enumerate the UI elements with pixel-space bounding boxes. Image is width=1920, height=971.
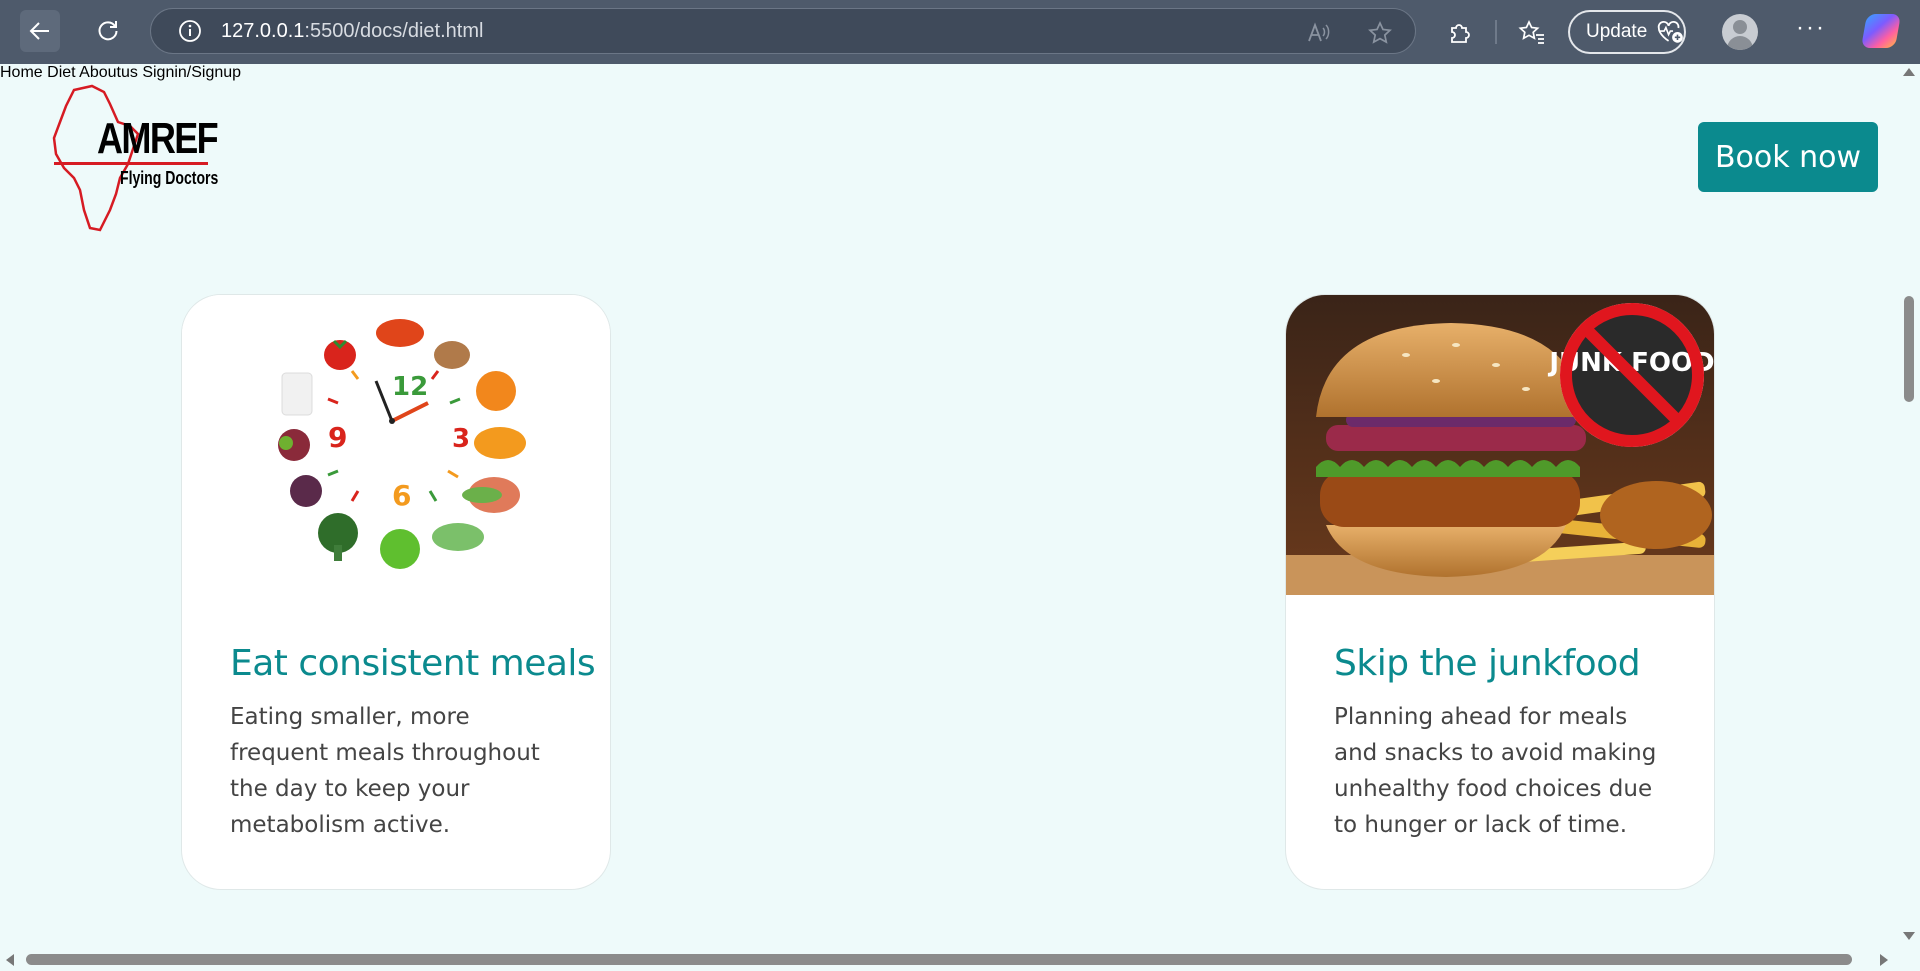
- diet-card-skip-junkfood: JUNK FOOD Skip the junkfood Planning ahe…: [1285, 294, 1715, 890]
- copilot-icon[interactable]: [1861, 14, 1901, 48]
- back-button[interactable]: [20, 10, 60, 52]
- diet-card-consistent-meals: 12 3 6 9 Eat consistent meals Eating sma…: [181, 294, 611, 890]
- horizontal-scrollbar[interactable]: [0, 952, 1920, 971]
- vertical-scroll-thumb[interactable]: [1904, 296, 1914, 402]
- card-title: Eat consistent meals: [230, 643, 596, 684]
- healthy-food-clock-image: 12 3 6 9: [182, 295, 610, 595]
- clock-number-9: 9: [328, 421, 347, 454]
- update-button[interactable]: Update: [1568, 10, 1686, 54]
- clock-number-12: 12: [392, 372, 428, 402]
- vertical-scrollbar[interactable]: [1898, 64, 1920, 952]
- card-title: Skip the junkfood: [1334, 643, 1641, 684]
- scroll-left-arrow-icon[interactable]: [6, 954, 14, 966]
- refresh-icon: [98, 21, 118, 41]
- more-options-icon[interactable]: ···: [1796, 14, 1826, 42]
- address-bar[interactable]: 127.0.0.1:5500/docs/diet.html: [150, 8, 1416, 54]
- heart-pulse-icon: [1658, 20, 1684, 43]
- extensions-icon[interactable]: [1444, 16, 1476, 48]
- read-aloud-icon[interactable]: [1305, 20, 1331, 46]
- nav-signin-signup[interactable]: Signin/Signup: [142, 64, 241, 81]
- profile-avatar-icon[interactable]: [1722, 14, 1758, 50]
- url-text[interactable]: 127.0.0.1:5500/docs/diet.html: [221, 20, 483, 43]
- nav-home[interactable]: Home: [0, 64, 43, 81]
- reload-button[interactable]: [88, 10, 128, 52]
- scroll-right-arrow-icon[interactable]: [1880, 954, 1888, 966]
- toolbar-divider: [1495, 20, 1497, 44]
- scroll-down-arrow-icon[interactable]: [1903, 932, 1915, 940]
- arrow-left-icon: [29, 22, 49, 40]
- favorites-icon[interactable]: [1516, 16, 1548, 48]
- site-info-icon[interactable]: [177, 18, 203, 44]
- nav-diet[interactable]: Diet: [47, 64, 75, 81]
- clock-number-6: 6: [392, 479, 411, 512]
- amref-logo[interactable]: AMREF Flying Doctors: [52, 82, 219, 234]
- card-text: Planning ahead for meals and snacks to a…: [1334, 704, 1657, 838]
- main-nav: Home Diet Aboutus Signin/Signup: [0, 64, 1898, 82]
- scroll-up-arrow-icon[interactable]: [1903, 68, 1915, 76]
- nav-aboutus[interactable]: Aboutus: [79, 64, 138, 81]
- horizontal-scroll-thumb[interactable]: [26, 954, 1852, 965]
- update-label: Update: [1586, 21, 1648, 42]
- burger-no-junk-food-image: JUNK FOOD: [1286, 295, 1714, 595]
- book-now-button[interactable]: Book now: [1698, 122, 1878, 192]
- favorite-star-icon[interactable]: [1367, 20, 1393, 46]
- clock-number-3: 3: [452, 424, 470, 454]
- logo-wordmark: AMREF: [97, 114, 219, 163]
- page-content: AMREF Flying Doctors Home Diet Aboutus S…: [0, 64, 1898, 952]
- logo-tagline: Flying Doctors: [120, 168, 219, 188]
- browser-toolbar: 127.0.0.1:5500/docs/diet.html Update ···: [0, 0, 1920, 64]
- card-text: Eating smaller, more frequent meals thro…: [230, 704, 540, 838]
